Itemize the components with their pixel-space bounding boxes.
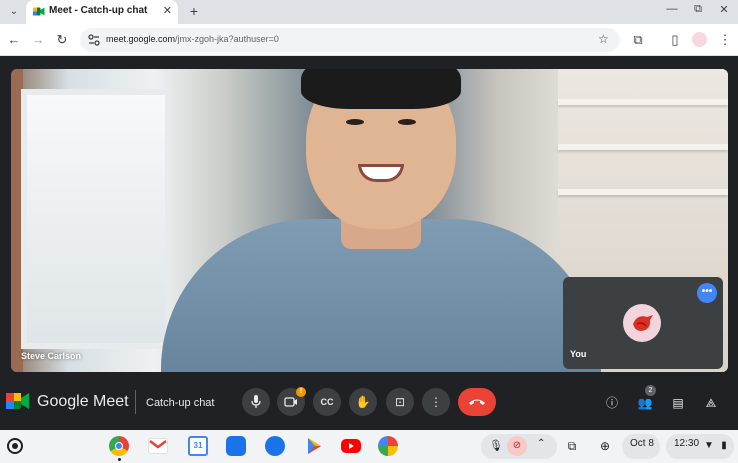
tab-title: Meet - Catch-up chat (49, 5, 148, 16)
self-label: You (570, 349, 587, 359)
present-screen-icon: ⊡ (394, 395, 406, 409)
messages-icon[interactable] (265, 436, 285, 456)
leave-call-button[interactable] (458, 388, 496, 416)
background-window (21, 89, 171, 349)
forward-icon[interactable]: → (30, 32, 46, 48)
camera-icon (284, 397, 297, 407)
files-icon[interactable] (226, 436, 246, 456)
bookmark-star-icon[interactable]: ☆ (598, 32, 609, 46)
more-options-button[interactable]: ⋮ (422, 388, 450, 416)
self-view-tile[interactable]: You ••• (563, 277, 723, 369)
activities-icon[interactable]: ⟁ (702, 394, 720, 412)
mic-in-use-icon[interactable]: 🎙 (489, 439, 503, 452)
captions-icon: CC (320, 397, 334, 407)
raise-hand-button[interactable]: ✋ (349, 388, 377, 416)
add-icon[interactable]: ⊕ (597, 438, 613, 454)
browser-toolbar: ← → ↻ meet.google.com/jmx-zgoh-jka?authu… (0, 24, 738, 56)
chat-icon[interactable]: ▤ (669, 394, 687, 412)
close-window-icon[interactable]: ✕ (716, 3, 732, 16)
camera-alert-badge: ! (296, 387, 306, 397)
google-meet-logo-icon (6, 393, 29, 409)
chrome-icon[interactable] (109, 436, 129, 456)
people-count-badge: 2 (645, 385, 656, 396)
tab-meet[interactable]: Meet - Catch-up chat ✕ (26, 0, 178, 24)
people-icon[interactable]: 👥 (636, 394, 654, 412)
end-call-icon (469, 399, 485, 405)
date-text: Oct 8 (630, 438, 654, 449)
gmail-icon[interactable] (148, 438, 168, 454)
brand-name: Google Meet (37, 393, 129, 410)
address-bar[interactable]: meet.google.com/jmx-zgoh-jka?authuser=0 … (80, 28, 620, 52)
divider (135, 390, 136, 414)
captions-button[interactable]: CC (313, 388, 341, 416)
phone-hub-icon[interactable]: ⧉ (564, 438, 580, 454)
back-icon[interactable]: ← (6, 32, 22, 48)
meet-favicon-icon (33, 7, 45, 16)
calendar-icon[interactable]: 31 (188, 436, 208, 456)
microphone-button[interactable] (242, 388, 270, 416)
url-text: meet.google.com/jmx-zgoh-jka?authuser=0 (106, 34, 279, 44)
browser-menu-icon[interactable]: ⋮ (717, 32, 733, 48)
site-settings-icon[interactable] (88, 34, 100, 46)
tab-close-icon[interactable]: ✕ (163, 4, 172, 17)
reload-icon[interactable]: ↻ (54, 32, 70, 48)
extensions-icon[interactable]: ⧉ (630, 32, 646, 48)
chevron-up-icon[interactable]: ⌃ (537, 438, 545, 449)
present-button[interactable]: ⊡ (386, 388, 414, 416)
photos-icon[interactable] (378, 436, 398, 456)
profile-avatar[interactable] (692, 32, 707, 47)
new-tab-button[interactable]: + (185, 3, 203, 21)
launcher-icon[interactable] (7, 438, 23, 454)
self-avatar (623, 304, 661, 342)
bird-icon (633, 315, 653, 331)
wifi-icon: ▼ (704, 440, 714, 451)
tab-search-icon[interactable]: ⌄ (6, 4, 22, 20)
meet-stage: Steve Carlson You ••• Google Meet Catch-… (0, 56, 738, 430)
hand-icon: ✋ (355, 395, 371, 409)
meeting-info-icon[interactable]: ⓘ (603, 394, 621, 412)
more-vert-icon: ⋮ (430, 395, 442, 409)
restore-icon[interactable]: ⧉ (690, 3, 706, 16)
self-more-options-button[interactable]: ••• (697, 283, 717, 303)
battery-icon: ▮ (721, 440, 727, 451)
clock-text: 12:30 (674, 438, 700, 449)
meeting-name: Catch-up chat (146, 397, 215, 409)
play-store-icon[interactable] (304, 436, 324, 456)
participant-name: Steve Carlson (21, 351, 82, 361)
os-shelf: 31 🎙 ⊘ ⌃ ⧉ ⊕ Oct 8 12:30 ▼ ▮ (0, 430, 738, 463)
person-hair (301, 69, 461, 109)
side-panel-icon[interactable]: ▯ (667, 32, 683, 48)
running-indicator (118, 458, 121, 461)
camera-off-icon[interactable]: ⊘ (507, 436, 527, 456)
tab-strip: ⌄ Meet - Catch-up chat ✕ + — ⧉ ✕ (0, 0, 738, 24)
youtube-icon[interactable] (341, 439, 361, 453)
minimize-icon[interactable]: — (664, 3, 680, 15)
microphone-icon (251, 395, 261, 408)
